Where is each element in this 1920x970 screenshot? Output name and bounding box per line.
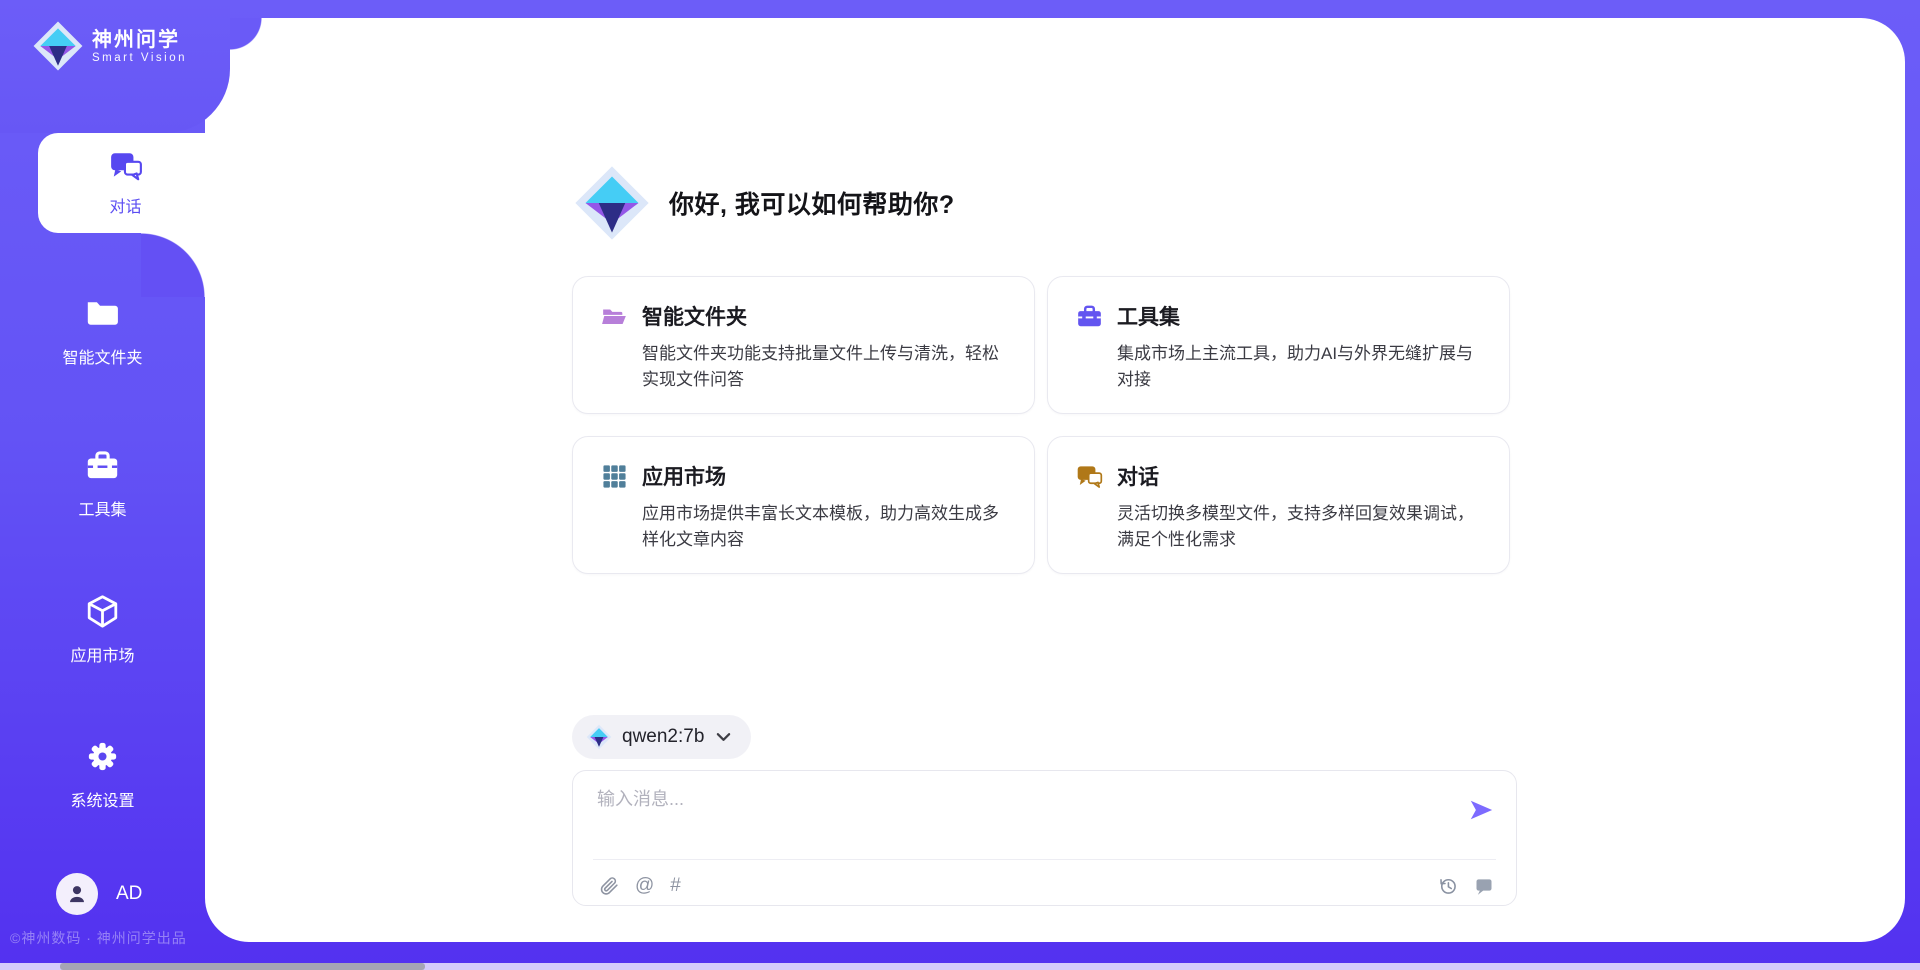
sidebar-item-label: 智能文件夹 bbox=[62, 344, 142, 368]
toolbox-icon bbox=[85, 448, 120, 483]
composer-toolbar: @ # bbox=[599, 869, 1494, 903]
main-content: 你好, 我可以如何帮助你? 智能文件夹 智能文件夹功能支持批量文件上传与清洗，轻… bbox=[205, 18, 1905, 942]
message-input[interactable] bbox=[597, 785, 1457, 847]
card-title: 对话 bbox=[1117, 461, 1159, 491]
brand-subtitle: Smart Vision bbox=[92, 52, 187, 64]
send-plane-icon[interactable] bbox=[1468, 797, 1494, 823]
card-title: 应用市场 bbox=[642, 461, 726, 491]
brand: 神州问学 Smart Vision bbox=[32, 20, 187, 72]
diamond-gem-icon bbox=[32, 20, 84, 72]
card-header: 工具集 bbox=[1076, 301, 1481, 331]
diamond-gem-icon bbox=[586, 724, 612, 750]
card-header: 应用市场 bbox=[601, 461, 1006, 491]
gear-icon bbox=[85, 739, 120, 774]
card-app-market[interactable]: 应用市场 应用市场提供丰富长文本模板，助力高效生成多样化文章内容 bbox=[572, 436, 1035, 574]
at-sign-icon[interactable]: @ bbox=[635, 876, 654, 896]
card-description: 智能文件夹功能支持批量文件上传与清洗，轻松实现文件问答 bbox=[642, 341, 1006, 393]
card-title: 智能文件夹 bbox=[642, 301, 747, 331]
card-description: 集成市场上主流工具，助力AI与外界无缝扩展与对接 bbox=[1117, 341, 1481, 393]
sidebar-item-toolset[interactable]: 工具集 bbox=[0, 448, 205, 520]
history-icon[interactable] bbox=[1438, 876, 1458, 896]
copyright-text: ©神州数码 · 神州问学出品 bbox=[10, 928, 187, 948]
scrollbar-thumb[interactable] bbox=[60, 963, 425, 970]
chat-bubbles-icon bbox=[1076, 463, 1103, 490]
card-toolset[interactable]: 工具集 集成市场上主流工具，助力AI与外界无缝扩展与对接 bbox=[1047, 276, 1510, 414]
avatar bbox=[56, 873, 98, 915]
sidebar-item-smart-folder[interactable]: 智能文件夹 bbox=[0, 296, 205, 368]
horizontal-scrollbar[interactable] bbox=[0, 963, 1920, 970]
greeting-text: 你好, 我可以如何帮助你? bbox=[669, 185, 955, 221]
sidebar-item-label: 工具集 bbox=[78, 496, 126, 520]
folder-icon bbox=[85, 296, 120, 331]
sidebar: 神州问学 Smart Vision 智能文件夹 工具集 应用市场 系统设置 AD… bbox=[0, 0, 205, 970]
sidebar-item-label: 应用市场 bbox=[70, 642, 134, 666]
paperclip-icon[interactable] bbox=[599, 876, 619, 896]
card-title: 工具集 bbox=[1117, 301, 1180, 331]
chat-bubble-icon[interactable] bbox=[1474, 876, 1494, 896]
model-name: qwen2:7b bbox=[622, 726, 704, 748]
person-icon bbox=[65, 882, 89, 906]
card-description: 灵活切换多模型文件，支持多样回复效果调试，满足个性化需求 bbox=[1117, 501, 1481, 553]
diamond-gem-icon bbox=[573, 164, 651, 242]
model-selector[interactable]: qwen2:7b bbox=[572, 715, 751, 759]
brand-text: 神州问学 Smart Vision bbox=[92, 28, 187, 64]
card-description: 应用市场提供丰富长文本模板，助力高效生成多样化文章内容 bbox=[642, 501, 1006, 553]
card-header: 对话 bbox=[1076, 461, 1481, 491]
user-account[interactable]: AD bbox=[56, 873, 142, 915]
open-folder-icon bbox=[601, 303, 628, 330]
greeting-row: 你好, 我可以如何帮助你? bbox=[573, 164, 955, 242]
user-initials: AD bbox=[116, 883, 142, 905]
card-chat[interactable]: 对话 灵活切换多模型文件，支持多样回复效果调试，满足个性化需求 bbox=[1047, 436, 1510, 574]
sidebar-item-settings[interactable]: 系统设置 bbox=[0, 739, 205, 811]
toolbox-icon bbox=[1076, 303, 1103, 330]
card-smart-folder[interactable]: 智能文件夹 智能文件夹功能支持批量文件上传与清洗，轻松实现文件问答 bbox=[572, 276, 1035, 414]
sidebar-item-label: 系统设置 bbox=[70, 787, 134, 811]
sidebar-item-app-market[interactable]: 应用市场 bbox=[0, 594, 205, 666]
hash-icon[interactable]: # bbox=[670, 876, 681, 896]
brand-name: 神州问学 bbox=[92, 28, 187, 52]
card-header: 智能文件夹 bbox=[601, 301, 1006, 331]
composer-divider bbox=[593, 859, 1496, 860]
grid-icon bbox=[601, 463, 628, 490]
message-composer: @ # bbox=[572, 770, 1517, 906]
cube-icon bbox=[85, 594, 120, 629]
feature-cards: 智能文件夹 智能文件夹功能支持批量文件上传与清洗，轻松实现文件问答 工具集 集成… bbox=[572, 276, 1510, 574]
chevron-down-icon bbox=[716, 732, 731, 742]
